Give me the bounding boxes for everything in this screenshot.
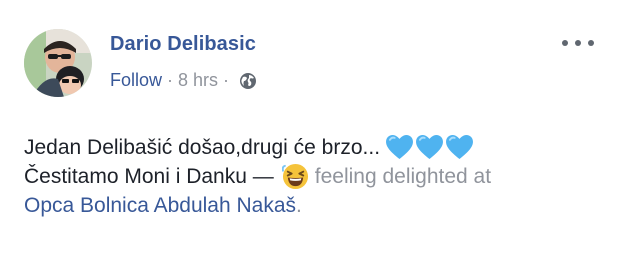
more-options-icon[interactable] — [562, 36, 594, 50]
feeling-text: feeling delighted at — [314, 165, 492, 188]
post-line-2: Čestitamo Moni i Danku — feeling delight… — [24, 162, 491, 191]
place-suffix: . — [296, 194, 302, 217]
post-line-3: Opca Bolnica Abdulah Nakaš . — [24, 191, 491, 220]
meta-separator: · — [167, 70, 174, 90]
post-text-line-1: Jedan Delibašić došao,drugi će brzo... — [24, 136, 381, 159]
blue-heart-icon — [416, 135, 444, 160]
follow-link[interactable]: Follow — [110, 70, 162, 91]
post-line-1: Jedan Delibašić došao,drugi će brzo... — [24, 133, 491, 162]
avatar[interactable] — [24, 29, 92, 97]
post-text-line-2: Čestitamo Moni i Danku — — [24, 165, 274, 188]
post-time[interactable]: 8 hrs — [178, 70, 218, 91]
avatar-photo — [24, 29, 92, 97]
meta-separator-2: · — [223, 70, 230, 90]
blue-heart-icon — [386, 135, 414, 160]
post-text: Jedan Delibašić došao,drugi će brzo... Č… — [24, 133, 491, 220]
grinning-squinting-face-icon — [281, 163, 308, 190]
post-meta: Follow · 8 hrs · — [110, 70, 257, 91]
globe-icon[interactable] — [239, 72, 257, 90]
place-link[interactable]: Opca Bolnica Abdulah Nakaš — [24, 191, 296, 220]
author-name[interactable]: Dario Delibasic — [110, 33, 256, 56]
blue-heart-icon — [446, 135, 474, 160]
